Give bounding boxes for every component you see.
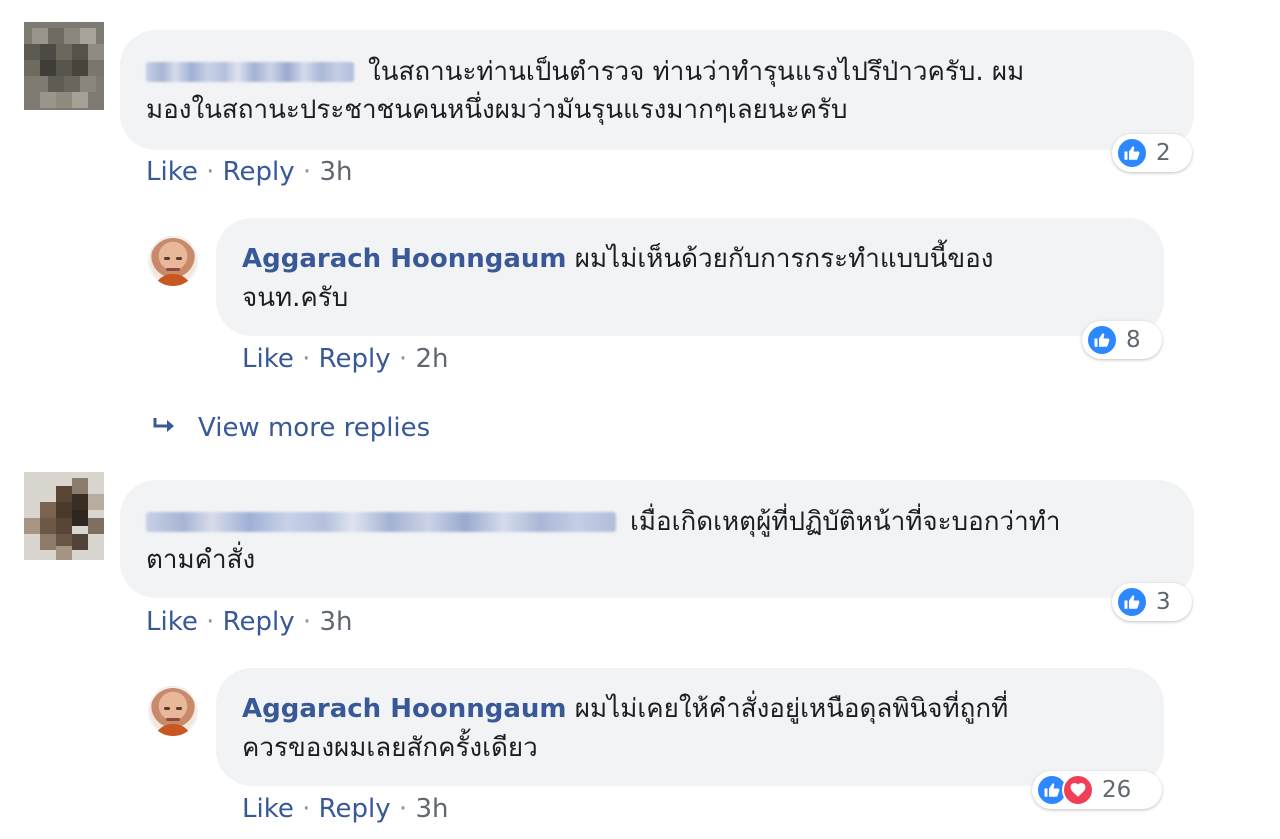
reply-2-timestamp[interactable]: 3h	[415, 794, 448, 824]
love-icon	[1062, 774, 1094, 806]
comment-2-reactions[interactable]: 3	[1112, 583, 1192, 621]
reply-2-actions: Like · Reply · 3h	[242, 794, 448, 824]
comment-1-reply-link[interactable]: Reply	[223, 157, 295, 187]
reply-1-text-1: ผมไม่เห็นด้วยกับการกระทำแบบนี้ของ	[574, 244, 994, 274]
commenter-2-name[interactable]	[146, 512, 616, 532]
view-more-replies-link[interactable]: View more replies	[152, 413, 430, 443]
reply-2-text-1: ผมไม่เคยให้คำสั่งอยู่เหนือดุลพินิจที่ถูก…	[574, 694, 1009, 724]
comment-2-timestamp[interactable]: 3h	[319, 607, 352, 637]
separator: ·	[302, 607, 312, 637]
reply-1-actions: Like · Reply · 2h	[242, 344, 448, 374]
reply-arrow-icon	[152, 413, 178, 443]
comment-2-reaction-count: 3	[1156, 589, 1171, 615]
comment-2-actions: Like · Reply · 3h	[146, 607, 352, 637]
separator: ·	[302, 157, 312, 187]
comment-2-line-1: เมื่อเกิดเหตุผู้ที่ปฏิบัติหน้าที่จะบอกว่…	[146, 503, 1060, 541]
commenter-1-name[interactable]	[146, 62, 354, 82]
comment-1-actions: Like · Reply · 3h	[146, 157, 352, 187]
comment-1-reactions[interactable]: 2	[1112, 134, 1192, 172]
comment-2-text-2: ตามคำสั่ง	[146, 545, 256, 575]
reply-1-author[interactable]: Aggarach Hoonngaum	[242, 244, 567, 274]
reply-2-line-1: Aggarach Hoonngaum ผมไม่เคยให้คำสั่งอยู่…	[242, 690, 1008, 728]
reply-2-text-2: ควรของผมเลยสักครั้งเดียว	[242, 733, 538, 763]
reply-2-like-link[interactable]: Like	[242, 794, 294, 824]
view-more-replies-label: View more replies	[198, 413, 431, 443]
reply-1-like-link[interactable]: Like	[242, 344, 294, 374]
reply-1-reply-link[interactable]: Reply	[319, 344, 391, 374]
like-icon	[1116, 586, 1148, 618]
comment-1-like-link[interactable]: Like	[146, 157, 198, 187]
comment-2-text-1: เมื่อเกิดเหตุผู้ที่ปฏิบัติหน้าที่จะบอกว่…	[630, 507, 1061, 537]
separator: ·	[302, 344, 311, 374]
reply-2-author[interactable]: Aggarach Hoonngaum	[242, 694, 567, 724]
like-icon	[1116, 137, 1148, 169]
separator: ·	[206, 157, 215, 187]
reply-2-reaction-count: 26	[1102, 777, 1132, 803]
reply-2-reply-link[interactable]: Reply	[319, 794, 391, 824]
comment-1-timestamp[interactable]: 3h	[319, 157, 352, 187]
reply-1-timestamp[interactable]: 2h	[415, 344, 448, 374]
separator: ·	[206, 607, 215, 637]
like-icon	[1086, 324, 1118, 356]
reply-1-avatar[interactable]	[148, 236, 198, 286]
comment-2-like-link[interactable]: Like	[146, 607, 198, 637]
comment-1-line-1: ในสถานะท่านเป็นตำรวจ ท่านว่าทำรุนแรงไปรึ…	[146, 53, 1024, 91]
reply-1-reaction-count: 8	[1126, 327, 1141, 353]
comment-1-text-2: มองในสถานะประชาชนคนหนึ่งผมว่ามันรุนแรงมา…	[146, 95, 848, 125]
reply-2-avatar[interactable]	[148, 686, 198, 736]
commenter-2-avatar[interactable]	[24, 472, 104, 560]
reply-1-text-2: จนท.ครับ	[242, 283, 349, 313]
comment-2-reply-link[interactable]: Reply	[223, 607, 295, 637]
reply-2-reactions[interactable]: 26	[1032, 771, 1162, 809]
commenter-1-avatar[interactable]	[24, 22, 104, 110]
separator: ·	[398, 344, 408, 374]
comment-1-reaction-count: 2	[1156, 140, 1171, 166]
separator: ·	[398, 794, 408, 824]
reply-1-line-1: Aggarach Hoonngaum ผมไม่เห็นด้วยกับการกร…	[242, 240, 993, 278]
reply-1-reactions[interactable]: 8	[1082, 321, 1162, 359]
separator: ·	[302, 794, 311, 824]
comment-1-text-1: ในสถานะท่านเป็นตำรวจ ท่านว่าทำรุนแรงไปรึ…	[368, 57, 1025, 87]
